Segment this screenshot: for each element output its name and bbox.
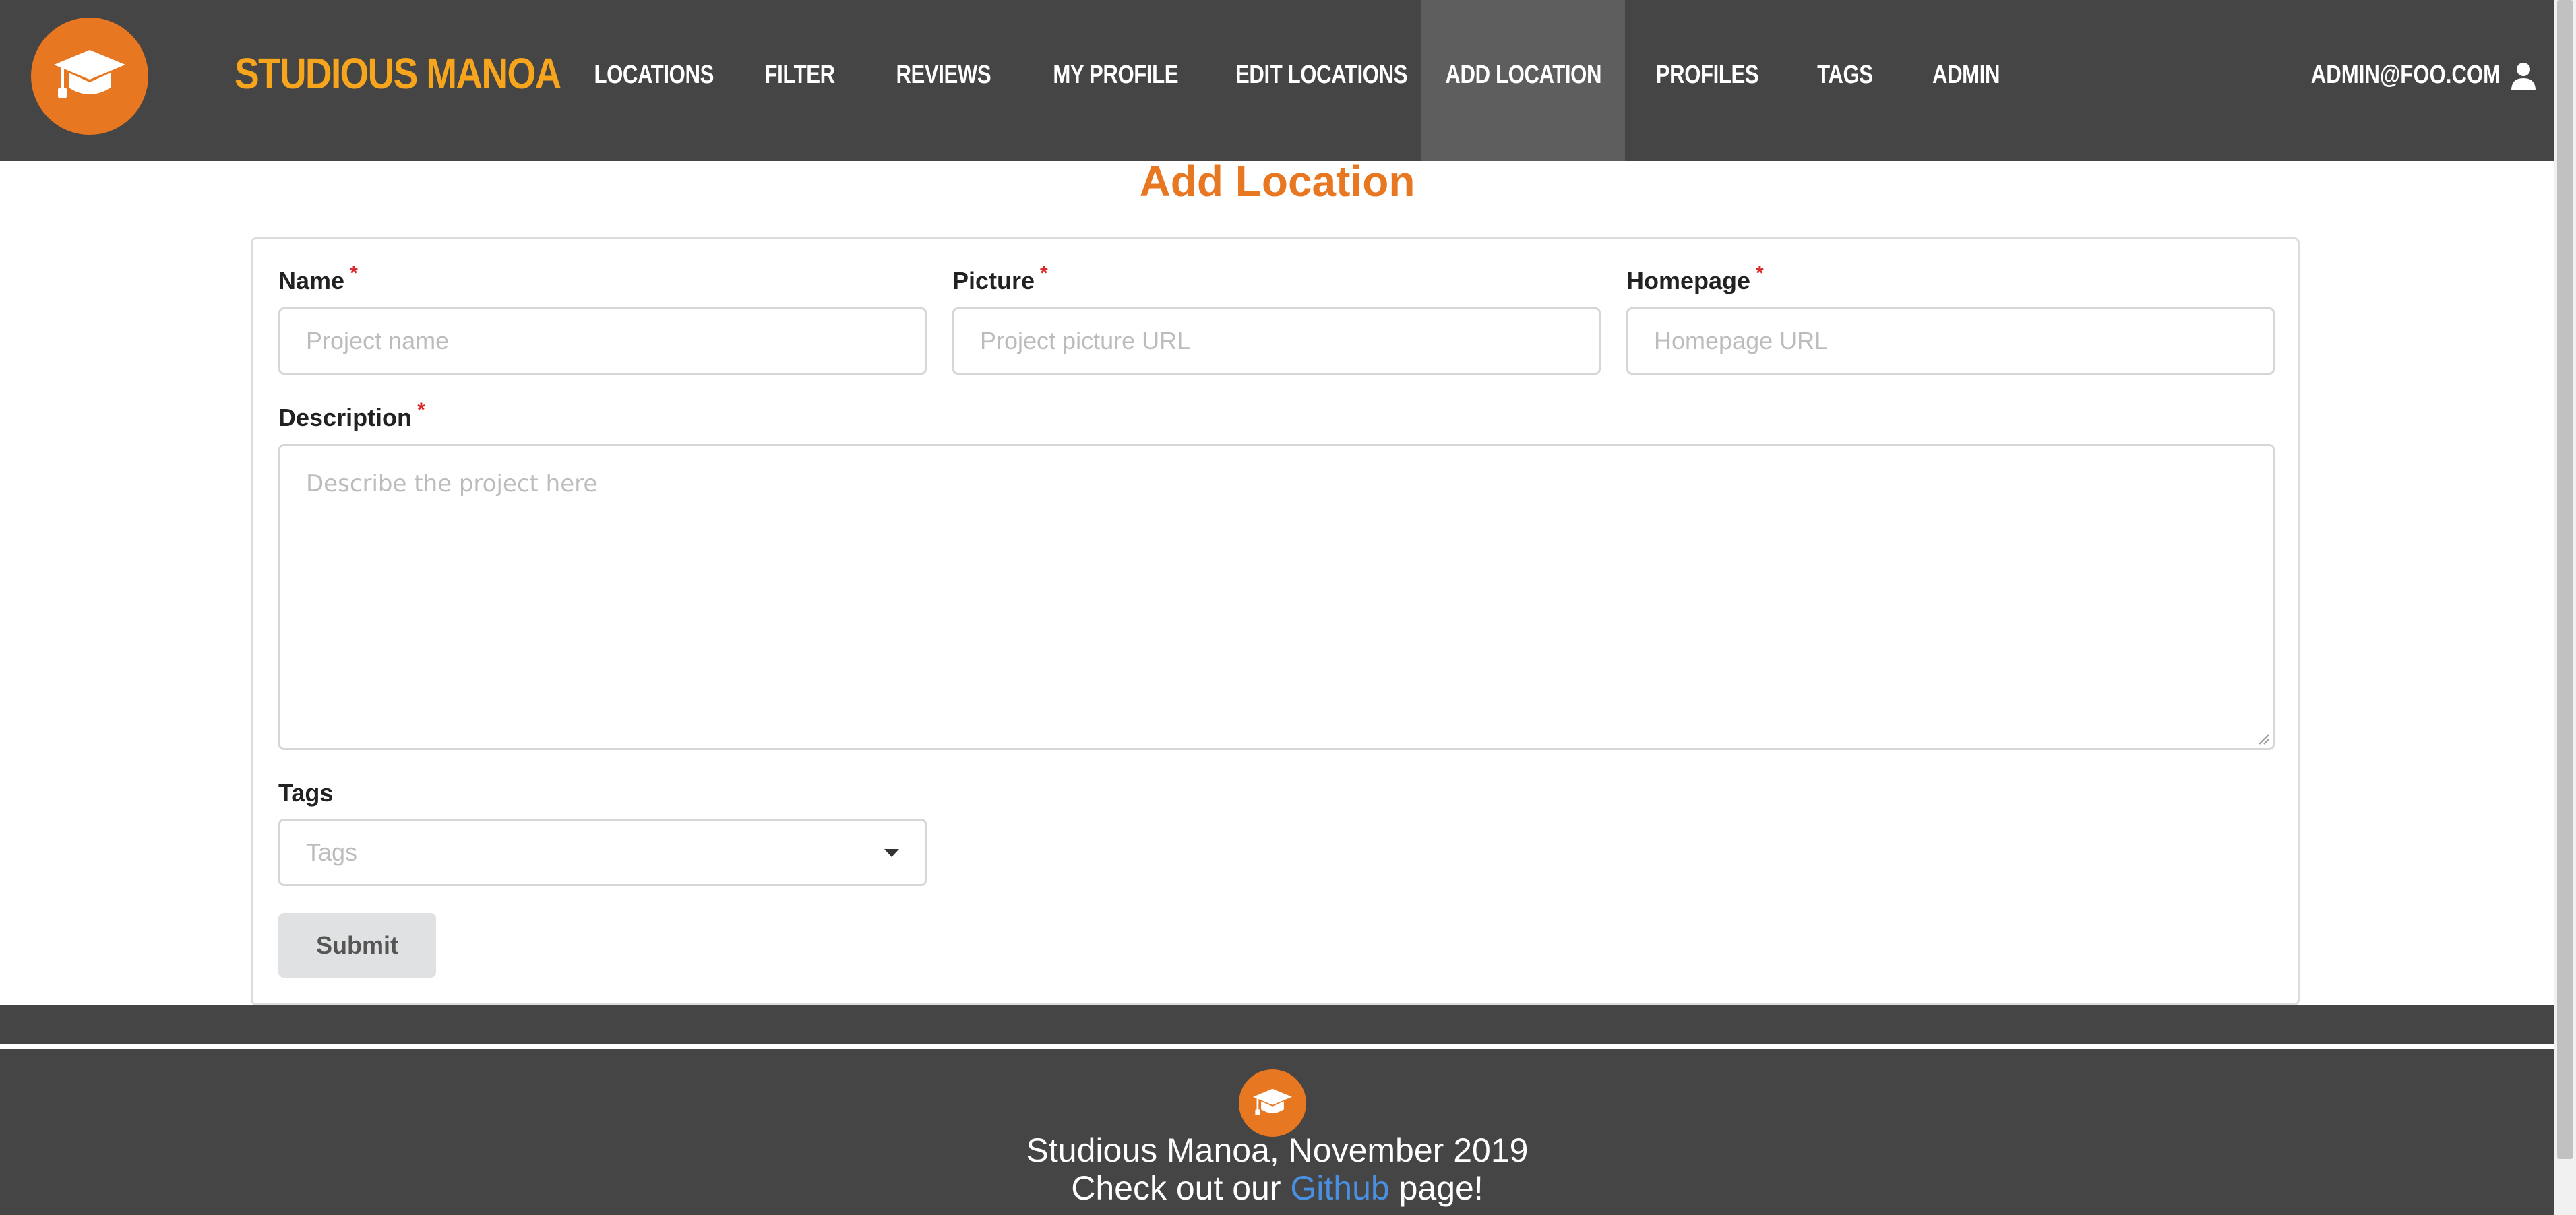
required-mark: * [1040,262,1048,284]
user-email: ADMIN@FOO.COM [2310,61,2501,89]
submit-button[interactable]: Submit [278,913,436,978]
caret-down-icon [884,849,899,857]
nav-reviews[interactable]: REVIEWS [885,0,1002,161]
footer-credit: Studious Manoa, November 2019 [1026,1131,1529,1169]
picture-label: Picture * [952,262,1048,294]
user-menu[interactable]: ADMIN@FOO.COM [2269,0,2536,161]
scrollbar-thumb[interactable] [2557,0,2573,1159]
nav-locations[interactable]: LOCATIONS [581,0,716,161]
footer-top-band [0,1005,2554,1044]
brand-name[interactable]: STUDIOUS MANOA [235,43,561,104]
name-label: Name * [278,262,358,294]
top-navbar: STUDIOUS MANOA LOCATIONS FILTER REVIEWS … [0,0,2554,161]
name-input[interactable]: Project name [278,307,927,375]
tags-dropdown[interactable]: Tags [278,819,927,886]
page-scrollbar[interactable] [2554,0,2576,1215]
footer-github-line: Check out our Github page! [1071,1169,1483,1207]
homepage-label: Homepage * [1626,262,1764,294]
required-mark: * [417,399,425,421]
brand-logo[interactable] [31,18,148,135]
resize-grip-icon[interactable] [2255,730,2270,745]
user-icon [2511,63,2536,90]
graduation-cap-icon [1253,1088,1292,1115]
graduation-cap-icon [54,50,125,98]
nav-profiles[interactable]: PROFILES [1645,0,1769,161]
required-mark: * [1756,262,1764,284]
nav-tags[interactable]: TAGS [1806,0,1884,161]
tags-label: Tags [278,779,334,807]
nav-my-profile[interactable]: MY PROFILE [1039,0,1184,161]
description-label: Description * [278,399,425,431]
picture-input[interactable]: Project picture URL [952,307,1601,375]
nav-edit-locations[interactable]: EDIT LOCATIONS [1217,0,1408,161]
required-mark: * [350,262,358,284]
footer-logo [1239,1069,1306,1137]
page-footer: Studious Manoa, November 2019 Check out … [0,1049,2554,1215]
description-textarea[interactable]: Describe the project here [278,444,2275,750]
nav-filter[interactable]: FILTER [753,0,847,161]
page-title: Add Location [1139,157,1415,206]
footer-divider [0,1044,2554,1049]
homepage-input[interactable]: Homepage URL [1626,307,2275,375]
nav-add-location[interactable]: ADD LOCATION [1421,0,1625,161]
nav-admin[interactable]: ADMIN [1922,0,2010,161]
github-link[interactable]: Github [1290,1169,1389,1207]
